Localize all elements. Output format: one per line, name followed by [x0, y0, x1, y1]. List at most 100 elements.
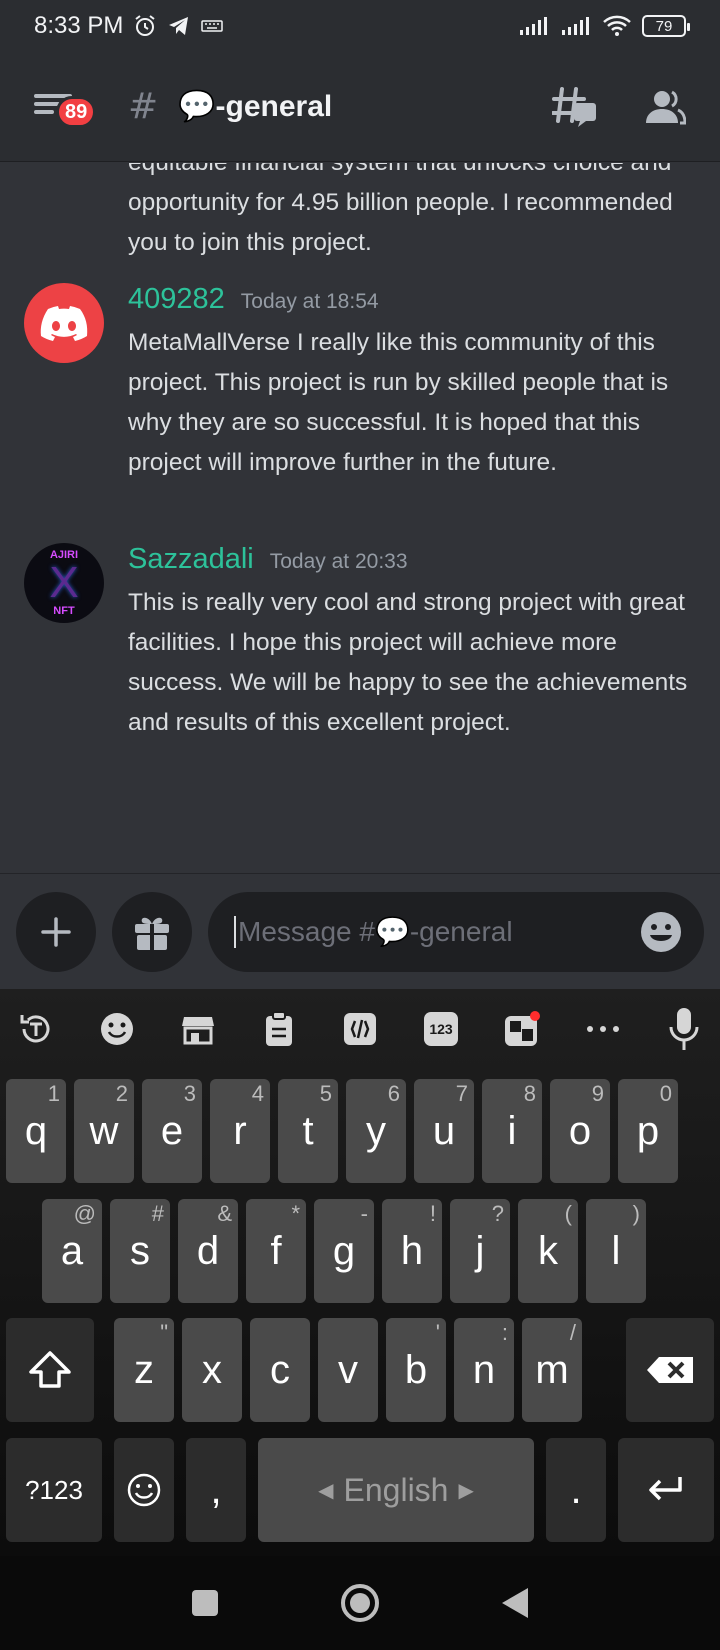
channel-title[interactable]: 💬-general	[178, 89, 332, 124]
channel-hash-icon: #	[128, 86, 159, 127]
key-label: d	[196, 1228, 220, 1273]
translate-icon[interactable]	[16, 1009, 56, 1049]
space-key[interactable]: ◀ English ▶	[258, 1438, 534, 1542]
home-icon[interactable]	[340, 1583, 380, 1623]
key-l[interactable]: l)	[586, 1199, 646, 1303]
key-i[interactable]: i8	[482, 1079, 542, 1183]
menu-button[interactable]: 89	[34, 82, 97, 132]
gift-button[interactable]	[112, 891, 192, 972]
key-j[interactable]: j?	[450, 1199, 510, 1303]
key-e[interactable]: e3	[142, 1079, 202, 1183]
android-nav-bar	[0, 1556, 720, 1650]
space-right-arrow-icon: ▶	[458, 1479, 474, 1502]
key-hint: )	[632, 1201, 640, 1226]
key-q[interactable]: q1	[6, 1079, 66, 1183]
key-hint: ?	[491, 1201, 504, 1226]
key-n[interactable]: n:	[454, 1318, 514, 1422]
key-p[interactable]: p0	[618, 1079, 678, 1183]
microphone-icon[interactable]	[664, 1008, 704, 1050]
key-x[interactable]: x	[182, 1318, 242, 1422]
key-hint: '	[435, 1320, 440, 1345]
key-label: q	[24, 1108, 48, 1153]
emoji-key[interactable]	[114, 1438, 174, 1542]
message-text: This is really very cool and strong proj…	[128, 589, 688, 736]
shift-key[interactable]	[6, 1318, 94, 1422]
key-label: v	[338, 1347, 358, 1392]
number-pad-icon[interactable]: 123	[421, 1009, 461, 1049]
translate-language-icon[interactable]	[502, 1009, 542, 1049]
symbols-key[interactable]: ?123	[6, 1438, 102, 1542]
avatar-text-mid: X	[49, 558, 79, 607]
key-hint: 8	[523, 1081, 536, 1106]
key-o[interactable]: o9	[550, 1079, 610, 1183]
more-icon[interactable]	[583, 1009, 623, 1049]
members-icon[interactable]	[644, 89, 686, 125]
message-author[interactable]: Sazzadali	[128, 543, 254, 576]
key-g[interactable]: g-	[314, 1199, 374, 1303]
key-hint: 3	[183, 1081, 196, 1106]
telegram-icon	[169, 17, 189, 35]
message-author[interactable]: 409282	[128, 283, 225, 316]
recents-icon[interactable]	[190, 1588, 220, 1618]
key-c[interactable]: c	[250, 1318, 310, 1422]
battery-indicator: 79	[642, 15, 690, 37]
key-r[interactable]: r4	[210, 1079, 270, 1183]
key-hint: (	[564, 1201, 572, 1226]
key-hint: 0	[659, 1081, 672, 1106]
key-y[interactable]: y6	[346, 1079, 406, 1183]
key-b[interactable]: b '	[386, 1318, 446, 1422]
key-z[interactable]: z "	[114, 1318, 174, 1422]
avatar[interactable]	[24, 283, 104, 363]
emoji-keyboard-icon[interactable]	[97, 1009, 137, 1049]
threads-icon[interactable]	[552, 85, 598, 129]
key-s[interactable]: s #	[110, 1199, 170, 1303]
text-edit-icon[interactable]	[340, 1009, 380, 1049]
key-h[interactable]: h!	[382, 1199, 442, 1303]
key-label: n	[472, 1347, 496, 1392]
key-label: t	[302, 1108, 314, 1153]
key-label: g	[332, 1228, 356, 1273]
enter-key[interactable]	[618, 1438, 714, 1542]
key-hint: "	[160, 1320, 168, 1345]
comma-key[interactable]: ,	[186, 1438, 246, 1542]
key-d[interactable]: d &	[178, 1199, 238, 1303]
backspace-icon	[647, 1357, 693, 1383]
period-key[interactable]: .	[546, 1438, 606, 1542]
key-label: h	[400, 1228, 424, 1273]
smiley-icon	[127, 1473, 161, 1507]
key-hint: #	[151, 1201, 164, 1226]
key-hint: /	[569, 1320, 576, 1345]
clipboard-icon[interactable]	[259, 1009, 299, 1049]
attach-button[interactable]	[16, 891, 96, 972]
back-icon[interactable]	[500, 1586, 530, 1620]
message-input[interactable]	[234, 915, 640, 948]
unread-badge: 89	[56, 95, 97, 128]
space-label: English	[343, 1471, 449, 1508]
key-v[interactable]: v	[318, 1318, 378, 1422]
key-label: x	[202, 1347, 222, 1392]
alarm-icon	[135, 15, 155, 36]
key-label: p	[636, 1108, 660, 1153]
backspace-key[interactable]	[626, 1318, 714, 1422]
key-hint: &	[217, 1201, 232, 1226]
message-list[interactable]: equitable financial system that unlocks …	[0, 163, 720, 873]
signal-icon-2	[562, 17, 589, 35]
key-u[interactable]: u7	[414, 1079, 474, 1183]
message-timestamp: Today at 18:54	[240, 290, 379, 313]
key-a[interactable]: a @	[42, 1199, 102, 1303]
emoji-icon[interactable]	[640, 911, 682, 953]
key-label: u	[432, 1108, 456, 1153]
message-input-wrapper[interactable]	[208, 891, 704, 972]
enter-icon	[649, 1477, 682, 1501]
key-label: s	[130, 1228, 150, 1273]
message-composer	[0, 873, 720, 989]
gift-icon	[135, 917, 169, 950]
key-f[interactable]: f *	[246, 1199, 306, 1303]
key-t[interactable]: t5	[278, 1079, 338, 1183]
key-m[interactable]: m /	[522, 1318, 582, 1422]
store-icon[interactable]	[178, 1009, 218, 1049]
key-k[interactable]: k(	[518, 1199, 578, 1303]
avatar[interactable]: AJIRI X NFT	[24, 543, 104, 623]
key-label: l	[611, 1228, 621, 1273]
key-w[interactable]: w2	[74, 1079, 134, 1183]
